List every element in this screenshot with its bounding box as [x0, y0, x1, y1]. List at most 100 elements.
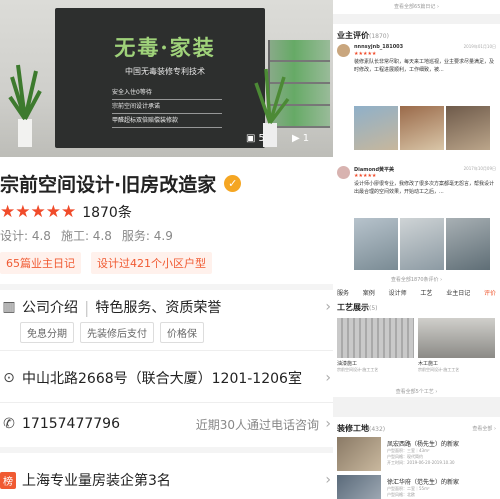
section-separator [0, 447, 333, 453]
diary-tag[interactable]: 65篇业主日记 [0, 252, 81, 274]
page: 无毒·家装 中国无毒装修专利技术 安全入住0等待 宗前空间设计承诺 甲醛超标双倍… [0, 0, 500, 499]
community-tag[interactable]: 设计过421个小区户型 [91, 252, 212, 274]
craft-list: 油漆施工 宗前空间设计·施工工艺 木工施工 宗前空间设计·施工工艺 [337, 318, 495, 373]
site-meta: 户型面积：三室｜43m² 户型风格：现代简约 开工时间：2019-06-20-2… [387, 448, 455, 466]
reviews-section-title: 业主评价(1870) [337, 30, 389, 41]
section-separator [0, 284, 333, 290]
hero-lines: 安全入住0等待 宗前空间设计承诺 甲醛超标双倍赔偿装修款 [112, 86, 222, 128]
intro-label: 公司介绍 [22, 300, 78, 316]
divider [0, 402, 333, 403]
ranking-row[interactable]: 榜 上海专业量房装企第3名 › [0, 470, 333, 490]
review-stars: ★★★★★ [354, 173, 377, 179]
company-name: 宗前空间设计·旧房改造家 [0, 174, 217, 196]
site-title: 装修工地 [337, 424, 369, 433]
site-name: 凤宏西路（杨先生）的新家 [387, 441, 460, 448]
hero-line: 甲醛超标双倍赔偿装修款 [112, 114, 222, 128]
site-item[interactable]: 徐汇华府（范先生）的新家 户型面积：二室｜55m² 户型风格：北欧 [337, 475, 496, 499]
intro-features: 特色服务、资质荣誉 [95, 300, 222, 316]
hero-line: 宗前空间设计承诺 [112, 100, 222, 114]
craft-label: 油漆施工 [337, 361, 358, 367]
diary-link-card: 查看全部65篇日记 › [333, 0, 500, 14]
craft-sub: 宗前空间设计·施工工艺 [418, 367, 460, 372]
craft-section-title: 工艺展示(5) [337, 302, 378, 313]
review-count: 1870条 [82, 205, 132, 221]
review-photo[interactable] [400, 218, 444, 270]
plant-left-image [8, 64, 42, 147]
site-image [337, 475, 381, 499]
all-diaries-link[interactable]: 查看全部65篇日记 › [333, 0, 500, 10]
site-meta-line: 户型风格：北欧 [387, 492, 415, 497]
phone-row[interactable]: ✆ 17157477796 近期30人通过电话咨询 › [0, 414, 333, 434]
location-pin-icon: ⊙ [3, 370, 15, 386]
avatar [337, 44, 350, 57]
tab-reviews[interactable]: 评价 [484, 288, 496, 297]
building-icon: ▥ [2, 299, 16, 315]
craft-image [337, 318, 414, 358]
tab-service[interactable]: 服务 [337, 288, 349, 297]
review-photo[interactable] [354, 106, 398, 150]
review-photos [354, 106, 490, 150]
review-photo[interactable] [446, 218, 490, 270]
review-item[interactable]: Diamond黄平美 2017年10月09日 ★★★★★ 设计师小廖很专业，我修… [337, 166, 496, 282]
review-text: 装修素队长非常尽职，每天来工地巡视，业主要求尽量满足，及时修改，工程进展顺利，工… [354, 59, 495, 73]
craft-card: 服务 案例 设计师 工艺 业主日记 评价 工艺展示(5) 油漆施工 宗前空间设计… [333, 284, 500, 397]
phone-hint: 近期30人通过电话咨询 [195, 417, 319, 432]
review-photo[interactable] [400, 106, 444, 150]
design-score: 设计: 4.8 [0, 229, 51, 243]
review-text: 设计师小廖很专业，我修改了很多次方案都毫无怨言，帮我设计出最合理的空间效果，开始… [354, 181, 495, 195]
chevron-right-icon: › [325, 472, 331, 488]
reviews-panel: 查看全部65篇日记 › 业主评价(1870) nnnsyjnb_181003 2… [333, 0, 500, 499]
site-meta-line: 开工时间：2019-06-20-2019.10.30 [387, 460, 455, 465]
company-name-row: 宗前空间设计·旧房改造家 ✓ [0, 170, 242, 197]
verified-icon: ✓ [224, 175, 242, 192]
avatar [337, 166, 350, 179]
image-icon: ▣ [246, 132, 256, 144]
construction-score: 施工: 4.8 [60, 229, 112, 243]
highlight-tags: 65篇业主日记 设计过421个小区户型 [0, 252, 212, 274]
review-date: 2019年01月10日 [463, 44, 496, 49]
review-photo[interactable] [446, 106, 490, 150]
reviewer-name: Diamond黄平美 [354, 167, 395, 173]
review-photo[interactable] [354, 218, 398, 270]
tab-diary[interactable]: 业主日记 [446, 288, 470, 297]
site-item[interactable]: 凤宏西路（杨先生）的新家 户型面积：三室｜43m² 户型风格：现代简约 开工时间… [337, 437, 496, 471]
all-sites-link[interactable]: 查看全部 › [472, 425, 496, 432]
tab-designers[interactable]: 设计师 [389, 288, 407, 297]
service-chip: 价格保 [160, 322, 204, 343]
separator: | [84, 297, 90, 317]
divider [0, 350, 333, 351]
ranking-badge: 榜 [0, 471, 16, 489]
craft-label: 木工施工 [418, 361, 439, 367]
photo-count: 5 [258, 132, 265, 144]
hero-title: 无毒·家装 [114, 35, 216, 60]
hero-banner[interactable]: 无毒·家装 中国无毒装修专利技术 安全入住0等待 宗前空间设计承诺 甲醛超标双倍… [0, 0, 333, 157]
address-row[interactable]: ⊙ 中山北路2668号（联合大厦）1201-1206室 › [0, 368, 333, 388]
video-icon: ▶ [292, 132, 300, 144]
hero-line: 安全入住0等待 [112, 86, 222, 100]
rating-row[interactable]: ★★★★★ 1870条 [0, 202, 132, 222]
video-count: 1 [302, 132, 310, 144]
review-item[interactable]: nnnsyjnb_181003 2019年01月10日 ★★★★★ 装修素队长非… [337, 44, 496, 162]
all-reviews-link[interactable]: 查看全部1870条评价 › [333, 276, 500, 283]
reviews-title-count: (1870) [369, 33, 389, 40]
reviews-title: 业主评价 [337, 31, 369, 40]
review-date: 2017年10月09日 [463, 166, 496, 171]
site-image [337, 437, 381, 471]
craft-item[interactable]: 油漆施工 宗前空间设计·施工工艺 [337, 318, 414, 373]
company-intro-row[interactable]: ▥ 公司介绍 | 特色服务、资质荣誉 › [0, 297, 333, 317]
video-count-badge[interactable]: ▶ 1 [292, 129, 309, 147]
owner-reviews-card: 业主评价(1870) nnnsyjnb_181003 2019年01月10日 ★… [333, 24, 500, 286]
tab-craft[interactable]: 工艺 [420, 288, 432, 297]
chevron-right-icon: › [325, 416, 331, 432]
all-craft-link[interactable]: 查看全部5个工艺 › [333, 388, 500, 395]
tab-cases[interactable]: 案例 [363, 288, 375, 297]
craft-sub: 宗前空间设计·施工工艺 [337, 367, 379, 372]
service-chips: 免息分期 先装修后支付 价格保 [20, 322, 204, 343]
chevron-right-icon: › [325, 299, 331, 315]
photo-count-badge[interactable]: ▣ 5 [246, 129, 265, 147]
craft-title-count: (5) [369, 305, 378, 312]
craft-image [418, 318, 495, 358]
craft-item[interactable]: 木工施工 宗前空间设计·施工工艺 [418, 318, 495, 373]
phone-icon: ✆ [3, 416, 15, 432]
review-stars: ★★★★★ [354, 51, 377, 57]
